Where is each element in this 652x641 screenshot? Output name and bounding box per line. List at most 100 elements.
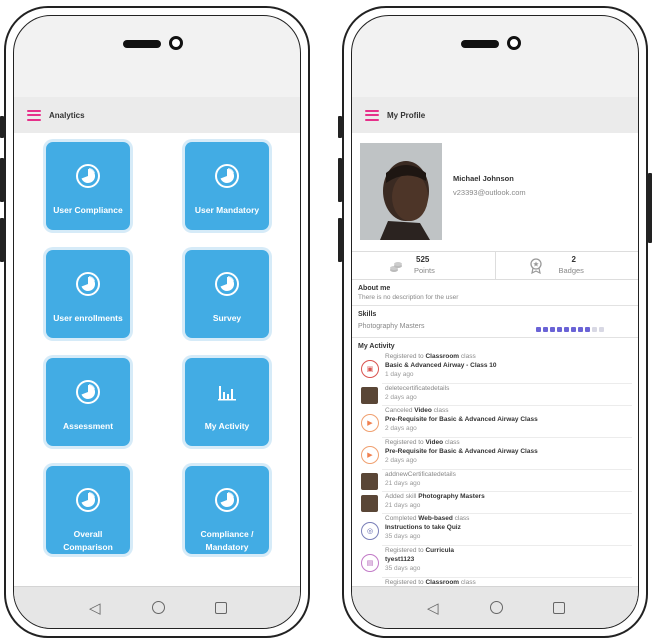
pie-chart-icon [76,380,100,404]
screen-left: Analytics User Compliance User Mandatory… [13,15,301,629]
activity-time: 35 days ago [385,533,421,540]
points-label: Points [414,266,435,275]
activity-action: Registered to Video class [385,439,460,446]
activity-detail: Pre-Requisite for Basic & Advanced Airwa… [385,416,538,423]
activity-time: 2 days ago [385,394,417,401]
home-icon[interactable] [490,601,504,614]
about-title: About me [358,285,391,292]
speaker [461,40,499,48]
hamburger-menu-icon[interactable] [365,109,379,121]
skill-dot [578,327,583,332]
skill-level-meter [536,327,604,332]
profile-content: Michael Johnson v23393@outlook.com 525 P… [352,133,638,586]
pie-chart-icon [215,164,239,188]
back-icon[interactable]: ◁ [425,600,441,617]
video-icon: ▶ [361,414,379,432]
activity-action: Added skill Photography Masters [385,493,485,500]
stats-bar: 525 Points 2 Badges [352,251,638,280]
tile-user-compliance[interactable]: User Compliance [46,142,130,230]
tile-assessment[interactable]: Assessment [46,358,130,446]
hamburger-menu-icon[interactable] [27,109,41,121]
activity-action: Canceled Video class [385,407,449,414]
page-title: Analytics [49,110,85,120]
tile-label: Assessment [62,421,114,431]
skill-dot [571,327,576,332]
activity-action: Registered to Classroom class [385,579,476,586]
activity-time: 21 days ago [385,480,421,487]
skill-dot [592,327,597,332]
home-icon[interactable] [152,601,166,614]
tile-overall-comparison[interactable]: Overall Comparison [46,466,130,554]
tile-compliance-mandatory[interactable]: Compliance / Mandatory [185,466,269,554]
points-stat: 525 Points [352,252,495,279]
app-header: My Profile [352,97,638,133]
points-value: 525 [416,255,430,264]
web-icon: ◎ [361,522,379,540]
video-icon: ▶ [361,446,379,464]
speaker [123,40,161,48]
recent-apps-icon[interactable] [553,601,566,614]
activity-time: 21 days ago [385,502,421,509]
screen-right: My Profile Michael Johnson v23393@outloo… [351,15,639,629]
skill-name: Photography Masters [358,323,425,330]
activity-detail: Basic & Advanced Airway - Class 10 [385,362,497,369]
activity-action: Registered to Curricula [385,547,455,554]
activity-action: Registered to Classroom class [385,353,476,360]
user-thumbnail [361,495,378,512]
activity-detail: tyest1123 [385,556,415,563]
activity-action: deletecertificatedetails [385,385,450,392]
badges-value: 2 [571,255,576,264]
cls-icon: ▣ [361,360,379,378]
activity-time: 35 days ago [385,565,421,572]
about-text: There is no description for the user [358,294,459,301]
tile-label: User Mandatory [194,205,260,215]
page-title: My Profile [387,110,426,120]
badges-label: Badges [558,266,584,275]
tile-user-mandatory[interactable]: User Mandatory [185,142,269,230]
activity-detail: Instructions to take Quiz [385,524,461,531]
badge-icon [529,258,542,274]
curr-icon: ▤ [361,554,379,572]
tile-user-enrollments[interactable]: User enrollments [46,250,130,338]
analytics-grid: User Compliance User Mandatory User enro… [14,133,300,586]
tile-label: User Compliance [53,205,123,215]
activity-time: 1 day ago [385,371,414,378]
back-icon[interactable]: ◁ [87,600,103,617]
activity-detail: Pre-Requisite for Basic & Advanced Airwa… [385,448,538,455]
tile-label: Survey [212,313,242,323]
phone-frame-left: Analytics User Compliance User Mandatory… [0,6,310,638]
app-header: Analytics [14,97,300,133]
tile-label: Overall Comparison [63,529,113,552]
bar-chart-icon [218,386,236,401]
skills-title: Skills [358,311,377,318]
pie-chart-icon [76,164,100,188]
pie-chart-icon [76,272,100,296]
skill-dot [585,327,590,332]
tile-my-activity[interactable]: My Activity [185,358,269,446]
android-nav-bar: ◁ [14,586,300,628]
coins-icon [390,262,402,272]
activity-action: addnewCertificatedetails [385,471,456,478]
activity-action: Completed Web-based class [385,515,470,522]
tile-label: Compliance / Mandatory [200,529,254,552]
profile-name: Michael Johnson [453,174,514,183]
pie-chart-icon [215,272,239,296]
android-nav-bar: ◁ [352,586,638,628]
activity-title: My Activity [358,343,395,350]
phone-frame-right: My Profile Michael Johnson v23393@outloo… [338,6,652,638]
recent-apps-icon[interactable] [215,601,228,614]
tile-survey[interactable]: Survey [185,250,269,338]
skill-dot [543,327,548,332]
activity-time: 2 days ago [385,425,417,432]
user-thumbnail [361,387,378,404]
skill-dot [536,327,541,332]
skill-dot [557,327,562,332]
tile-label: My Activity [204,421,250,431]
avatar [360,143,442,240]
pie-chart-icon [215,488,239,512]
tile-label: User enrollments [53,313,123,323]
profile-email: v23393@outlook.com [453,188,526,197]
camera [169,36,183,50]
pie-chart-icon [76,488,100,512]
badges-stat: 2 Badges [494,252,639,279]
